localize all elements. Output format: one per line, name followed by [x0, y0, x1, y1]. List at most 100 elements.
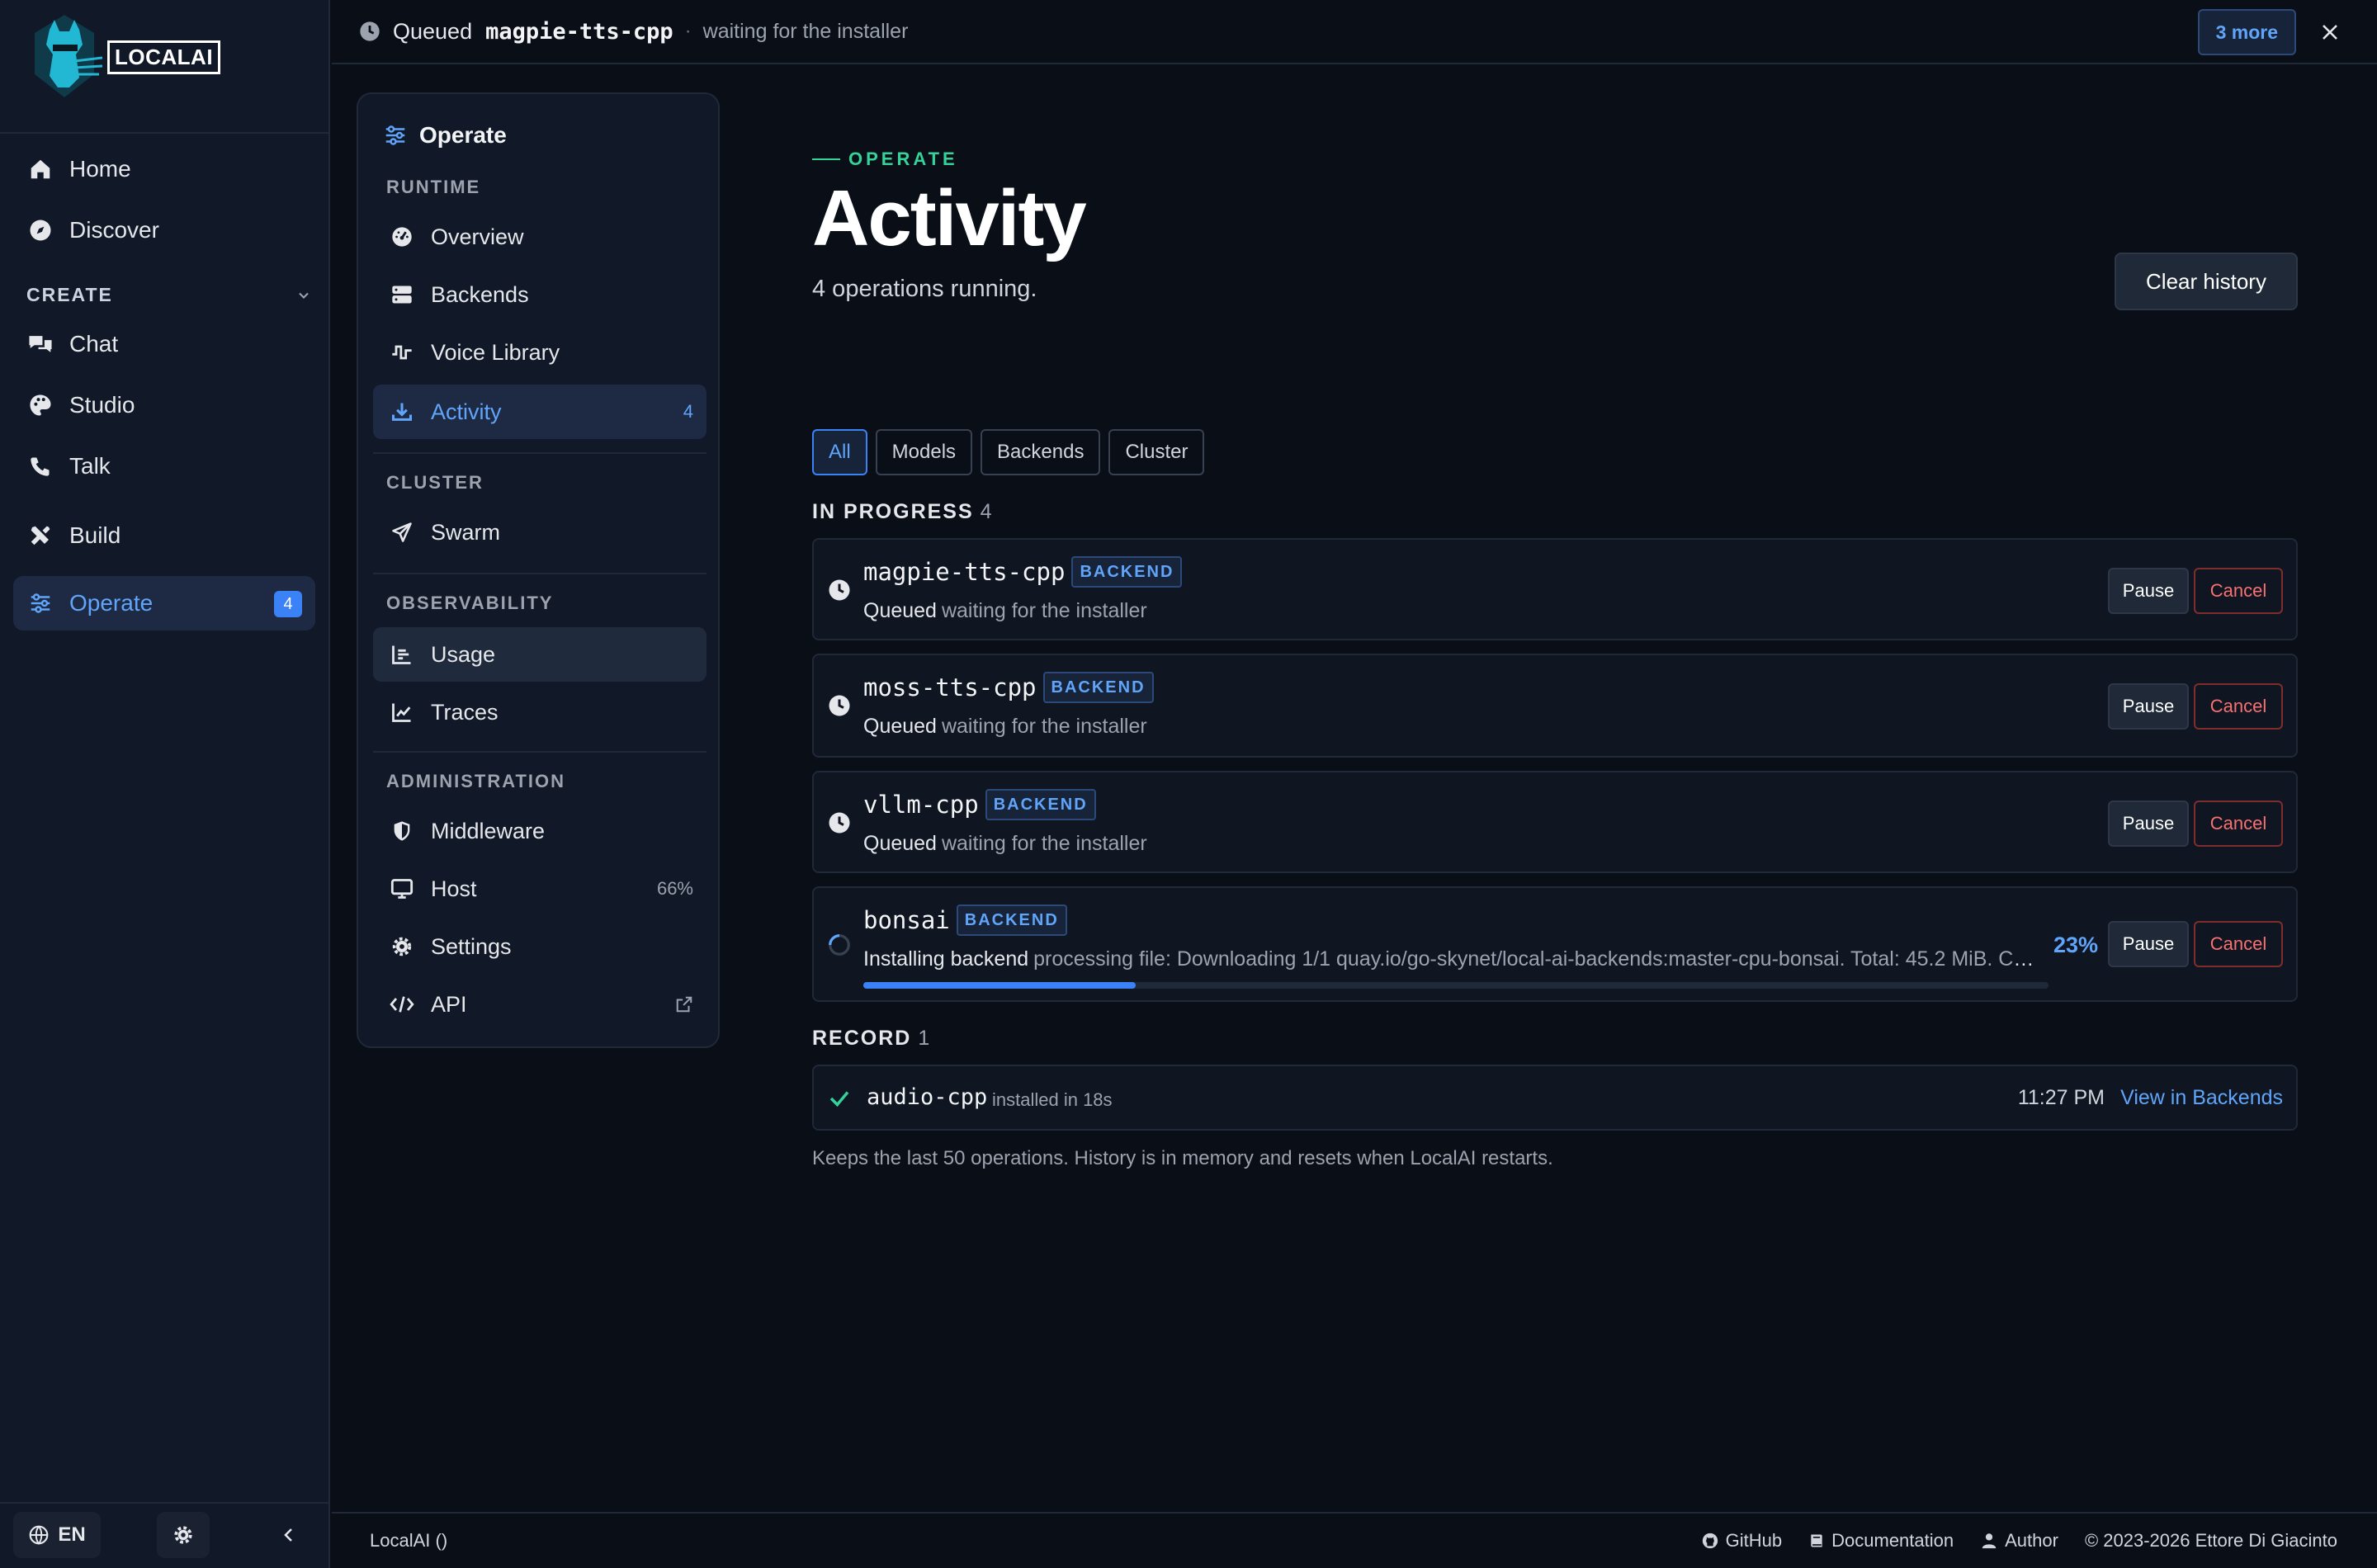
monitor-icon: [388, 875, 416, 903]
subnav-item-middleware[interactable]: Middleware: [373, 804, 706, 858]
waveform-icon: [388, 338, 416, 366]
filter-models[interactable]: Models: [875, 429, 973, 475]
cluster-section-label: CLUSTER: [386, 472, 484, 493]
eyebrow-label: OPERATE: [848, 149, 958, 169]
divider: [0, 132, 330, 134]
shield-icon: [388, 817, 416, 845]
operation-name: moss-tts-cpp: [863, 673, 1037, 701]
clock-icon: [827, 578, 852, 602]
cancel-button[interactable]: Cancel: [2194, 568, 2283, 614]
sidebar-footer: EN: [0, 1502, 330, 1568]
nav-chat[interactable]: Chat: [13, 317, 315, 371]
create-section-toggle[interactable]: CREATE: [26, 284, 312, 306]
record-meta: installed in 18s: [992, 1089, 1113, 1110]
activity-page: OPERATE Activity 4 operations running. C…: [812, 0, 2298, 1568]
operation-title: bonsai BACKEND: [863, 904, 1067, 936]
nav-home[interactable]: Home: [13, 142, 315, 196]
nav-discover[interactable]: Discover: [13, 203, 315, 257]
external-link-icon: [675, 995, 693, 1013]
divider: [373, 452, 706, 454]
subnav-item-swarm[interactable]: Swarm: [373, 505, 706, 560]
subnav-item-activity[interactable]: Activity 4: [373, 385, 706, 439]
subnav-item-voice-library[interactable]: Voice Library: [373, 325, 706, 380]
code-icon: [388, 990, 416, 1018]
compass-icon: [26, 216, 54, 244]
operation-message: processing file: Downloading 1/1 quay.io…: [1033, 947, 2044, 971]
progress-percent: 23%: [2053, 933, 2098, 957]
filter-tabs: All Models Backends Cluster: [812, 429, 1212, 475]
operation-name: bonsai: [863, 906, 950, 934]
pause-button[interactable]: Pause: [2108, 921, 2189, 967]
in-progress-count: 4: [980, 500, 994, 523]
operation-type-tag: BACKEND: [1042, 672, 1154, 703]
operate-count-badge: 4: [274, 591, 302, 617]
operation-message: waiting for the installer: [941, 832, 1147, 855]
record-name: audio-cpp: [867, 1084, 988, 1110]
cancel-button[interactable]: Cancel: [2194, 921, 2283, 967]
author-link[interactable]: Author: [1980, 1530, 2058, 1551]
logo-text: LOCALAI: [107, 40, 221, 74]
nav-studio[interactable]: Studio: [13, 378, 315, 432]
cancel-button[interactable]: Cancel: [2194, 683, 2283, 730]
cancel-button[interactable]: Cancel: [2194, 801, 2283, 847]
filter-cluster[interactable]: Cluster: [1108, 429, 1205, 475]
operation-card: moss-tts-cpp BACKEND Queued waiting for t…: [812, 654, 2298, 758]
subnav-item-usage[interactable]: Usage: [373, 627, 706, 682]
footer-links: GitHub Documentation Author © 2023-2026 …: [1675, 1514, 2337, 1568]
chat-icon: [26, 330, 54, 358]
subnav-item-label: Settings: [431, 933, 512, 959]
in-progress-label: IN PROGRESS: [812, 500, 974, 523]
clock-icon: [827, 810, 852, 835]
operation-type-tag: BACKEND: [1071, 556, 1183, 588]
clock-icon: [358, 20, 381, 43]
activity-count: 4: [683, 401, 693, 422]
subnav-item-overview[interactable]: Overview: [373, 210, 706, 264]
divider: [373, 573, 706, 574]
nav-build[interactable]: Build: [13, 508, 315, 563]
progress-fill: [863, 982, 1137, 989]
topbar-operation-name: magpie-tts-cpp: [485, 18, 673, 45]
pause-button[interactable]: Pause: [2108, 683, 2189, 730]
operation-status: Installing backend: [863, 947, 1029, 971]
user-icon: [1982, 1533, 1997, 1549]
page-footer: LocalAI () GitHub Documentation Author ©…: [332, 1512, 2377, 1568]
clear-history-button[interactable]: Clear history: [2115, 253, 2298, 310]
pause-button[interactable]: Pause: [2108, 801, 2189, 847]
nav-talk-label: Talk: [69, 453, 111, 479]
subnav-item-backends[interactable]: Backends: [373, 267, 706, 322]
dismiss-bar-button[interactable]: [2316, 18, 2344, 46]
subnav-item-label: Backends: [431, 281, 529, 307]
topbar-status: Queued: [393, 18, 473, 44]
send-icon: [388, 518, 416, 546]
operation-status-line: Queued waiting for the installer: [863, 715, 2044, 739]
subnav-item-settings[interactable]: Settings: [373, 919, 706, 974]
theme-toggle-button[interactable]: [157, 1512, 210, 1558]
download-icon: [388, 398, 416, 426]
github-link[interactable]: GitHub: [1701, 1530, 1782, 1551]
subnav-item-host[interactable]: Host 66%: [373, 862, 706, 916]
language-button[interactable]: EN: [13, 1512, 101, 1558]
sliders-icon: [26, 589, 54, 617]
operation-title: magpie-tts-cpp BACKEND: [863, 556, 1183, 588]
record-count: 1: [918, 1027, 932, 1050]
collapse-sidebar-button[interactable]: [272, 1518, 305, 1551]
operation-name: vllm-cpp: [863, 791, 979, 819]
filter-backends[interactable]: Backends: [981, 429, 1101, 475]
author-label: Author: [2005, 1530, 2058, 1551]
subnav-item-label: Traces: [431, 699, 499, 725]
chevron-left-icon: [284, 1528, 292, 1542]
eyebrow-line: [812, 158, 840, 160]
subnav-item-traces[interactable]: Traces: [373, 685, 706, 739]
subnav-item-label: Activity: [431, 399, 502, 424]
filter-all[interactable]: All: [812, 429, 867, 475]
nav-operate[interactable]: Operate 4: [13, 576, 315, 631]
logo[interactable]: LOCALAI: [25, 12, 223, 102]
subnav-item-api[interactable]: API: [373, 977, 706, 1032]
documentation-link[interactable]: Documentation: [1808, 1530, 1954, 1551]
view-in-backends-link[interactable]: View in Backends: [2120, 1086, 2283, 1110]
pause-button[interactable]: Pause: [2108, 568, 2189, 614]
page-subtitle: 4 operations running.: [812, 276, 1037, 302]
bar-chart-icon: [388, 640, 416, 668]
nav-talk[interactable]: Talk: [13, 439, 315, 494]
subnav-title: Operate: [383, 122, 507, 149]
